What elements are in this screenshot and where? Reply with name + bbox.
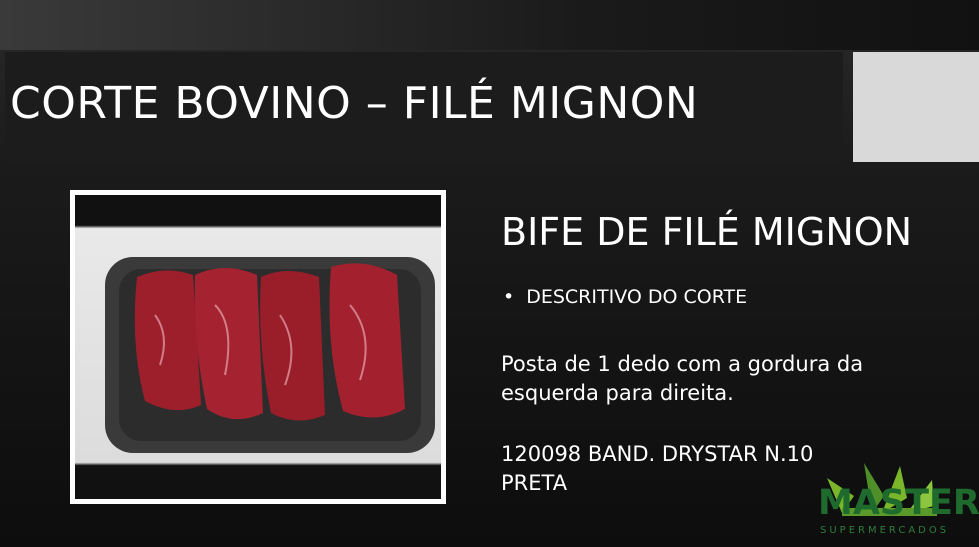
bullet-item: • DESCRITIVO DO CORTE bbox=[503, 286, 747, 308]
beef-steaks-photo bbox=[105, 257, 435, 453]
steak-1 bbox=[134, 270, 201, 411]
bullet-icon: • bbox=[503, 286, 515, 308]
slide-title: CORTE BOVINO – FILÉ MIGNON bbox=[10, 78, 699, 129]
product-heading: BIFE DE FILÉ MIGNON bbox=[501, 210, 913, 254]
packaging-info: 120098 BAND. DRYSTAR N.10 PRETA bbox=[501, 442, 814, 495]
corner-decoration bbox=[853, 52, 979, 162]
cut-description: Posta de 1 dedo com a gordura da esquerd… bbox=[501, 352, 864, 405]
product-photo-frame bbox=[70, 190, 446, 504]
logo-wordmark: MASTER bbox=[818, 483, 979, 523]
steak-4 bbox=[329, 263, 405, 418]
steak-3 bbox=[260, 271, 325, 421]
logo-subtitle: SUPERMERCADOS bbox=[820, 525, 950, 536]
bullet-label: DESCRITIVO DO CORTE bbox=[526, 286, 748, 308]
product-photo bbox=[75, 195, 441, 499]
top-band bbox=[0, 0, 979, 50]
